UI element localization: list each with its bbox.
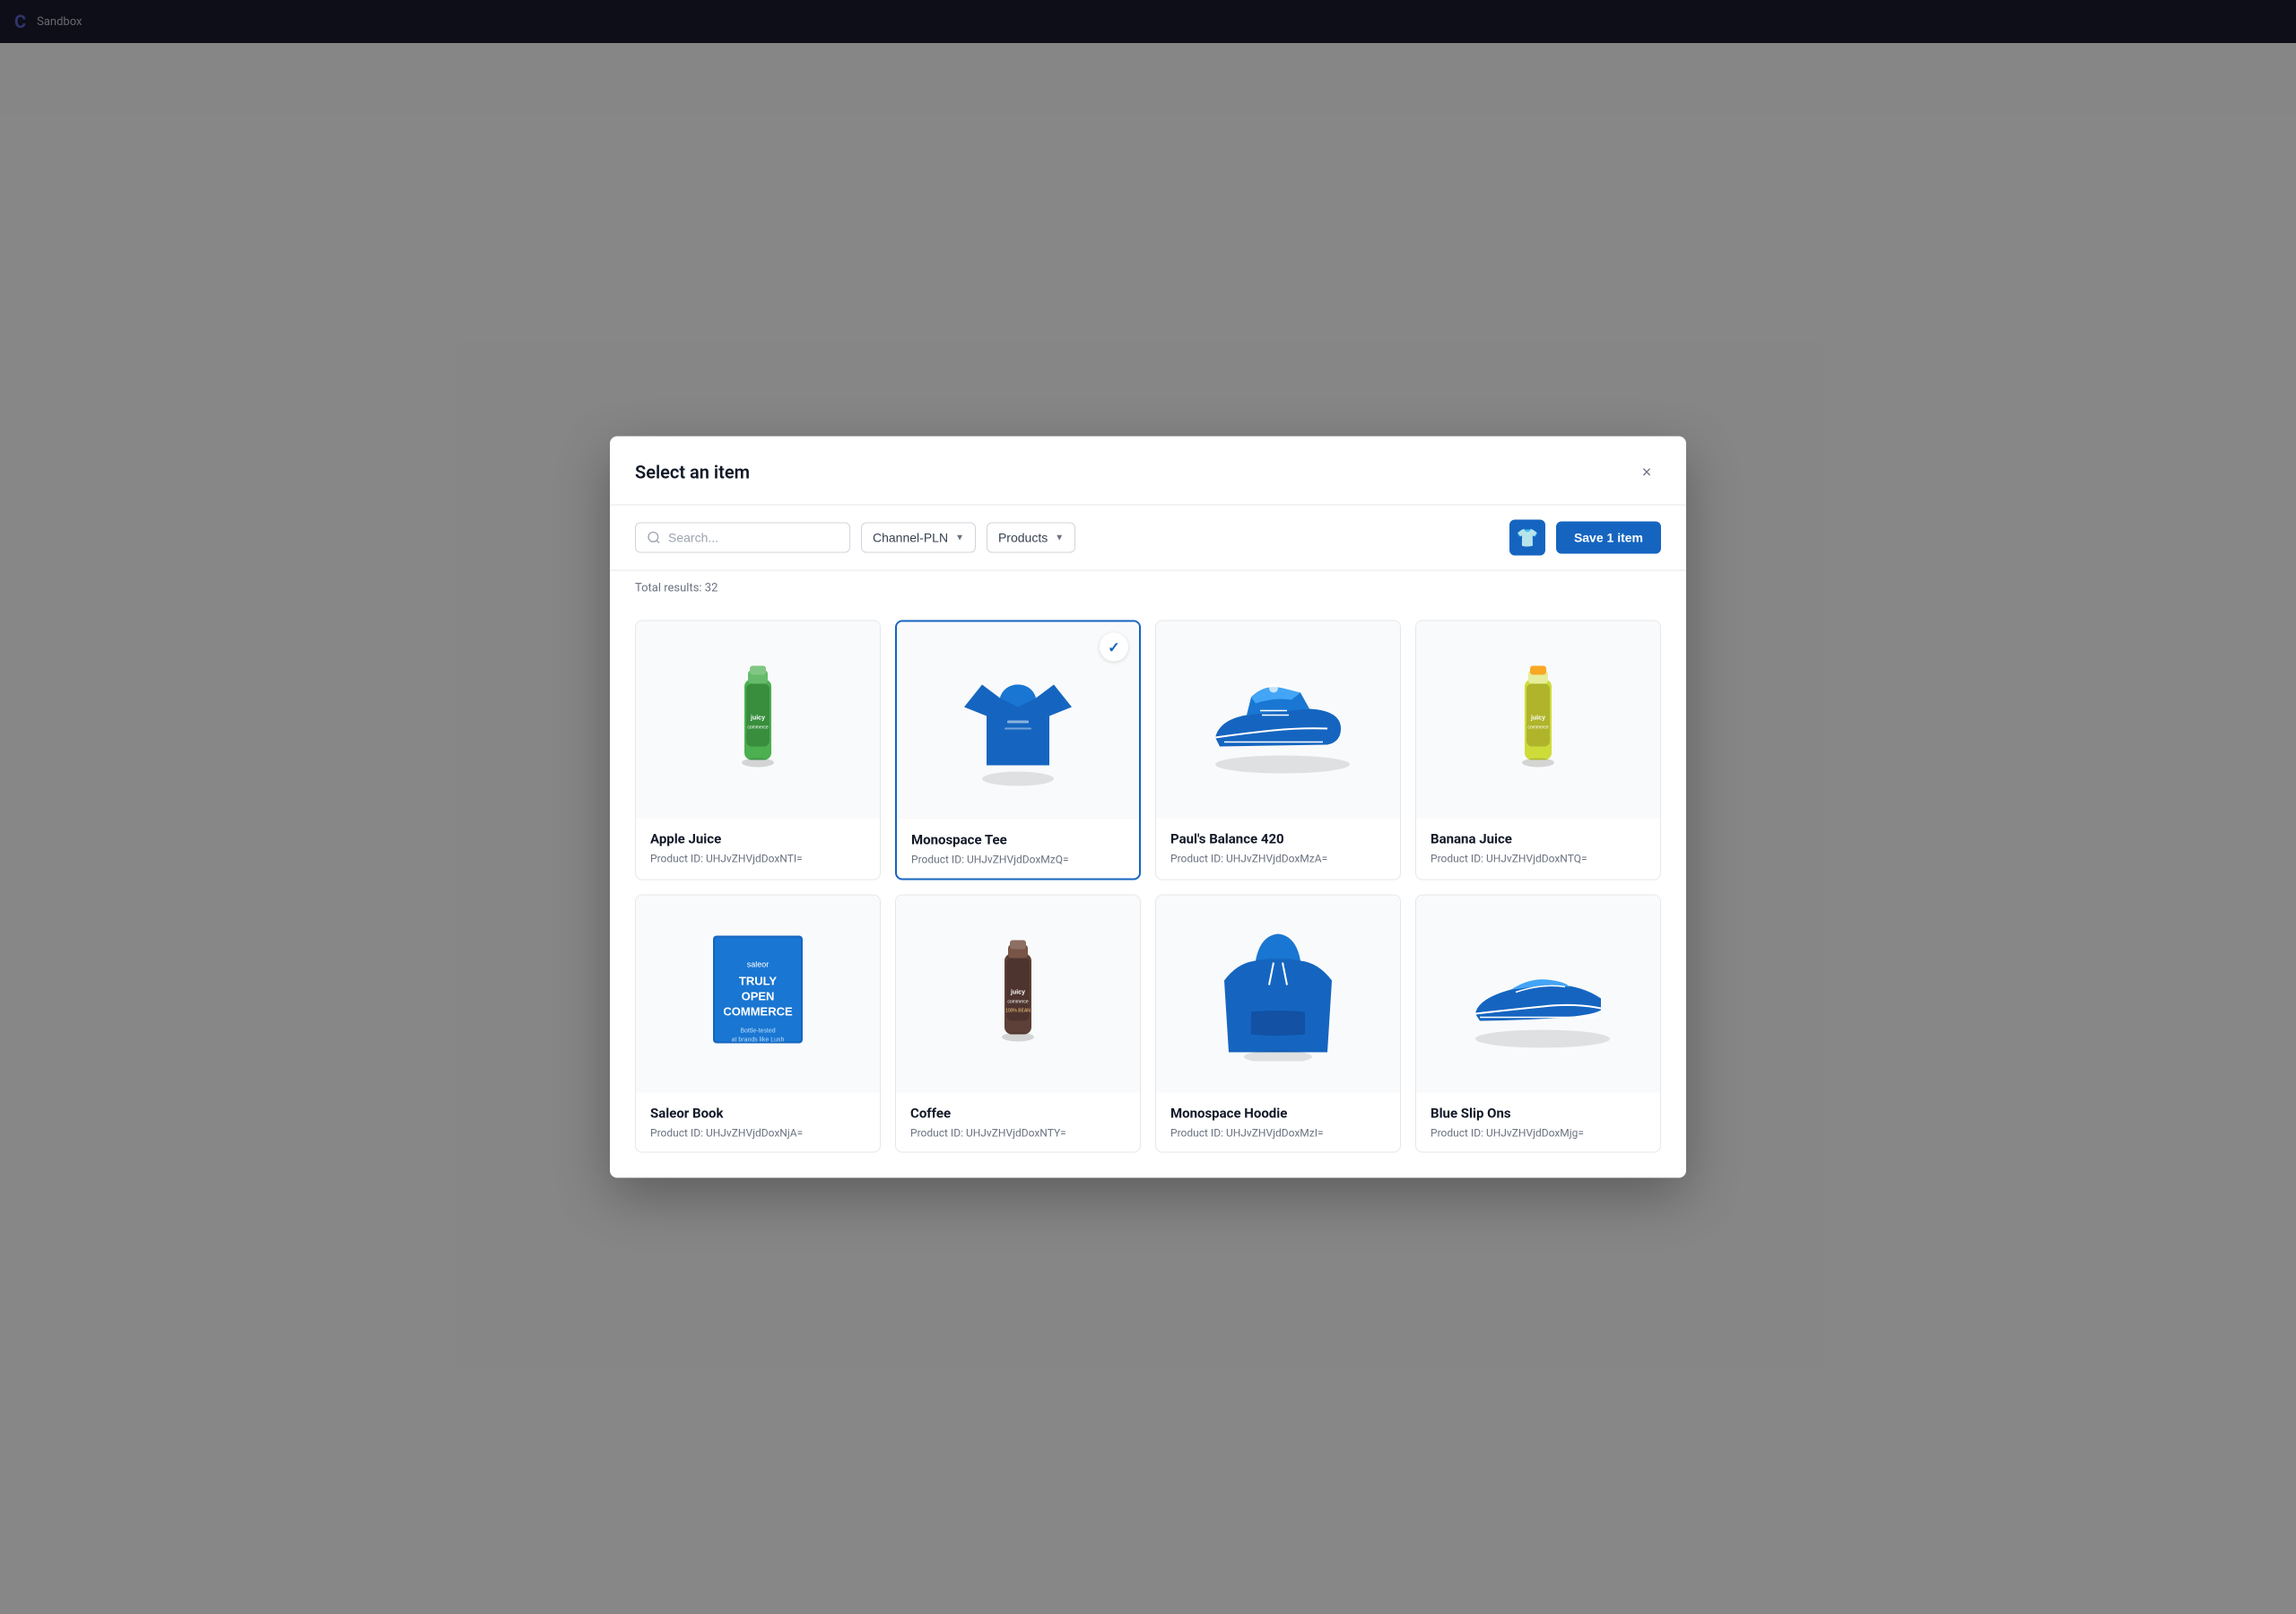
modal-info-bar: Total results: 32 [610, 571, 1686, 606]
modal-header: Select an item × [610, 437, 1686, 506]
product-card[interactable]: juicy commerce Apple Juice Product ID: UH… [635, 620, 881, 881]
svg-text:juicy: juicy [1530, 716, 1545, 722]
product-info: Paul's Balance 420 Product ID: UHJvZHVjdD… [1156, 819, 1400, 878]
product-card[interactable]: Monospace Hoodie Product ID: UHJvZHVjdDox… [1155, 895, 1401, 1153]
svg-text:Bottle-tested: Bottle-tested [740, 1028, 775, 1035]
svg-text:OPEN: OPEN [742, 990, 775, 1003]
type-dropdown[interactable]: Products ▼ [987, 523, 1075, 553]
product-id: Product ID: UHJvZHVjdDoxMjg= [1431, 1127, 1646, 1140]
product-id: Product ID: UHJvZHVjdDoxNTQ= [1431, 853, 1646, 865]
product-id: Product ID: UHJvZHVjdDoxMzQ= [911, 854, 1125, 866]
product-image-wrap [1156, 621, 1400, 819]
save-button[interactable]: Save 1 item [1556, 522, 1661, 554]
product-name: Apple Juice [650, 831, 865, 847]
product-info: Banana Juice Product ID: UHJvZHVjdDoxNTQ= [1416, 819, 1660, 878]
product-info: Apple Juice Product ID: UHJvZHVjdDoxNTI= [636, 819, 880, 878]
product-info: Monospace Tee Product ID: UHJvZHVjdDoxMzQ… [897, 820, 1139, 879]
tshirt-icon: 👕 [1516, 527, 1538, 549]
type-label: Products [998, 531, 1048, 545]
product-id: Product ID: UHJvZHVjdDoxNTY= [910, 1127, 1126, 1140]
total-results-label: Total results: 32 [635, 582, 718, 595]
product-info: Coffee Product ID: UHJvZHVjdDoxNTY= [896, 1093, 1140, 1152]
close-button[interactable]: × [1632, 458, 1661, 487]
product-card[interactable]: ✓ Monospace Tee Product ID: UHJvZHVjdDoxMz… [895, 620, 1141, 881]
product-card[interactable]: saleor TRULY OPEN COMMERCE Bottle-tested… [635, 895, 881, 1153]
product-image-wrap [1416, 896, 1660, 1093]
channel-label: Channel-PLN [873, 531, 948, 545]
product-card[interactable]: Paul's Balance 420 Product ID: UHJvZHVjdD… [1155, 620, 1401, 881]
product-image-wrap: juicy commerce [636, 621, 880, 819]
product-image-wrap: juicy commerce [1416, 621, 1660, 819]
product-name: Coffee [910, 1106, 1126, 1122]
svg-text:saleor: saleor [747, 960, 770, 969]
svg-text:COMMERCE: COMMERCE [723, 1005, 793, 1019]
svg-text:TRULY: TRULY [739, 975, 777, 988]
product-name: Monospace Hoodie [1170, 1106, 1386, 1122]
product-id: Product ID: UHJvZHVjdDoxNTI= [650, 853, 865, 865]
product-image-wrap: saleor TRULY OPEN COMMERCE Bottle-tested… [636, 896, 880, 1093]
product-id: Product ID: UHJvZHVjdDoxMzA= [1170, 853, 1386, 865]
svg-text:commerce: commerce [747, 725, 769, 731]
products-grid: juicy commerce Apple Juice Product ID: UH… [635, 620, 1661, 1153]
product-image-wrap: ✓ [897, 622, 1139, 820]
search-box [635, 523, 850, 553]
product-card[interactable]: juicy commerce 100% BEAN Coffee Product I… [895, 895, 1141, 1153]
svg-text:commerce: commerce [1527, 725, 1549, 731]
product-card[interactable]: juicy commerce Banana Juice Product ID: U… [1415, 620, 1661, 881]
product-info: Blue Slip Ons Product ID: UHJvZHVjdDoxMjg… [1416, 1093, 1660, 1152]
search-icon [647, 531, 661, 545]
product-id: Product ID: UHJvZHVjdDoxNjA= [650, 1127, 865, 1140]
svg-text:juicy: juicy [750, 716, 765, 722]
svg-text:commerce: commerce [1007, 1000, 1029, 1005]
chevron-down-icon: ▼ [955, 533, 964, 542]
product-name: Paul's Balance 420 [1170, 831, 1386, 847]
product-card[interactable]: Blue Slip Ons Product ID: UHJvZHVjdDoxMjg… [1415, 895, 1661, 1153]
product-id: Product ID: UHJvZHVjdDoxMzI= [1170, 1127, 1386, 1140]
selected-item-preview: 👕 [1509, 520, 1545, 556]
channel-dropdown[interactable]: Channel-PLN ▼ [861, 523, 976, 553]
search-input[interactable] [668, 531, 839, 545]
product-name: Monospace Tee [911, 832, 1125, 848]
modal-content: juicy commerce Apple Juice Product ID: UH… [610, 606, 1686, 1178]
product-name: Blue Slip Ons [1431, 1106, 1646, 1122]
selected-check-badge: ✓ [1100, 633, 1128, 662]
product-image-wrap [1156, 896, 1400, 1093]
product-name: Saleor Book [650, 1106, 865, 1122]
modal-title: Select an item [635, 462, 750, 483]
svg-text:juicy: juicy [1010, 990, 1025, 996]
product-image-wrap: juicy commerce 100% BEAN [896, 896, 1140, 1093]
product-name: Banana Juice [1431, 831, 1646, 847]
product-info: Monospace Hoodie Product ID: UHJvZHVjdDox… [1156, 1093, 1400, 1152]
select-item-modal: Select an item × Channel-PLN ▼ Products … [610, 437, 1686, 1178]
svg-text:100% BEAN: 100% BEAN [1005, 1009, 1031, 1014]
modal-toolbar: Channel-PLN ▼ Products ▼ 👕 Save 1 item [610, 506, 1686, 571]
chevron-down-icon: ▼ [1055, 533, 1064, 542]
product-info: Saleor Book Product ID: UHJvZHVjdDoxNjA= [636, 1093, 880, 1152]
svg-text:at brands like Lush: at brands like Lush [732, 1037, 785, 1044]
